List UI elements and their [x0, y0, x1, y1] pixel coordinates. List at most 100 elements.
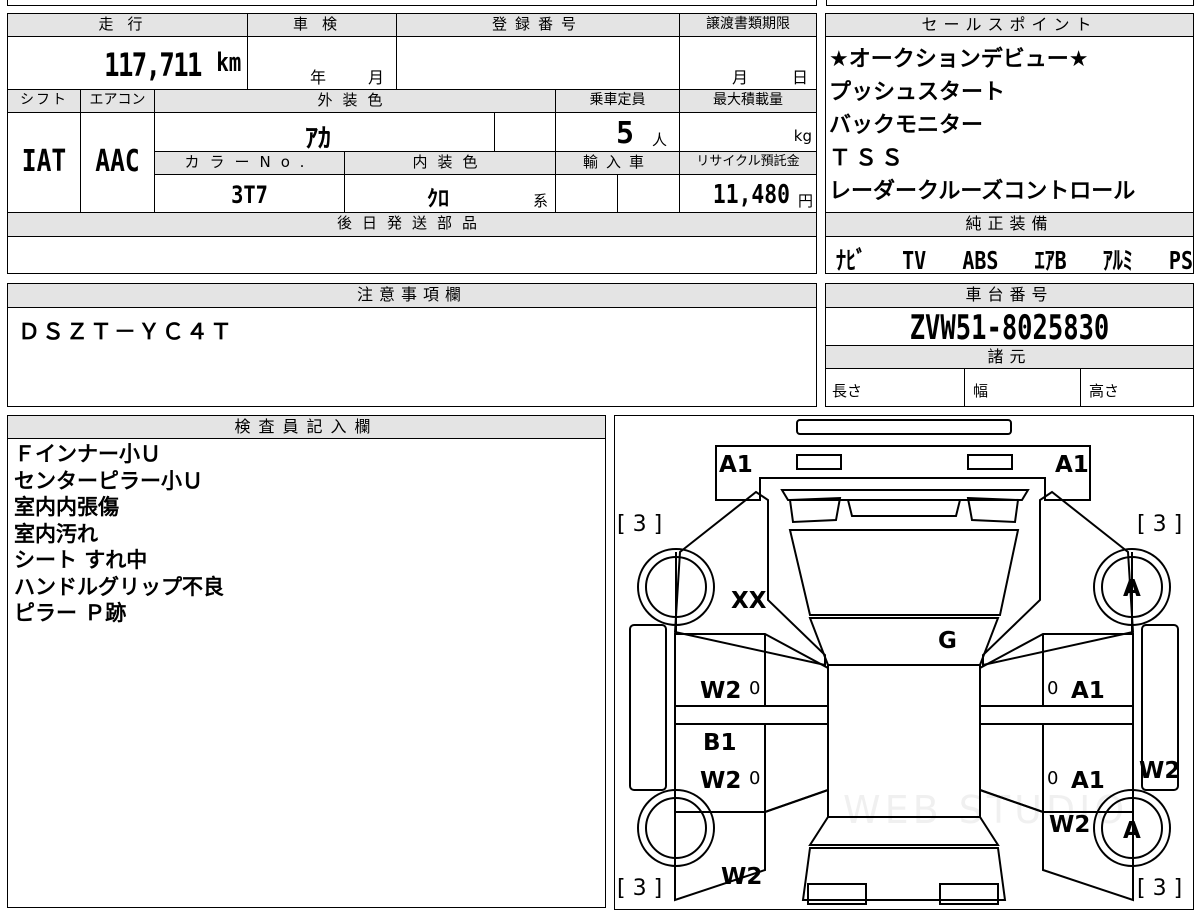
sales-points-box: ★オークションデビュー★ プッシュスタート バックモニター ＴＳＳ レーダークル…: [825, 36, 1194, 213]
inspector-item: Ｆインナー小Ｕ: [14, 442, 161, 466]
mileage-unit: km: [215, 48, 241, 78]
damage-right-rear-door-small: 0: [1047, 768, 1059, 789]
inspection-cell: 年 月: [247, 36, 397, 90]
inspector-box: Ｆインナー小Ｕ センターピラー小Ｕ 室内内張傷 室内汚れ シート すれ中 ハンド…: [7, 438, 606, 908]
inspector-item: センターピラー小Ｕ: [14, 468, 203, 493]
damage-right-rear-fender: W2: [1049, 812, 1091, 838]
length-cell: 長さ: [825, 368, 965, 407]
damage-left-front-fender: XX: [731, 588, 767, 614]
sales-point-item: ★オークションデビュー★: [829, 47, 1089, 72]
damage-right-rear-wheel: A: [1123, 818, 1141, 844]
equipment-alloy: ｱﾙﾐ: [1102, 246, 1133, 275]
interior-color-suffix: 系: [533, 192, 549, 210]
damage-left-front-door-small: 0: [749, 678, 761, 699]
transfer-month-unit: 月: [732, 68, 749, 87]
recycle-value: 11,480: [712, 180, 790, 210]
ac-value: AAC: [95, 144, 140, 179]
shift-label: シフト: [7, 89, 81, 113]
recycle-cell: 11,480 円: [679, 174, 817, 213]
genuine-equipment-label: 純正装備: [825, 212, 1194, 237]
damage-right-rear-door: A1: [1071, 768, 1105, 794]
transfer-day-unit: 日: [792, 68, 809, 87]
capacity-unit: 人: [652, 131, 668, 149]
damage-right-front-door: A1: [1071, 678, 1105, 704]
color-no-label: カラーNo.: [154, 151, 345, 175]
transfer-deadline-cell: 月 日: [679, 36, 817, 90]
notes-label: 注意事項欄: [7, 283, 817, 308]
sales-point-item: プッシュスタート: [829, 80, 1006, 105]
notes-box: ＤＳＺＴ－ＹＣ４Ｔ: [7, 307, 817, 407]
chassis-value: ZVW51-8025830: [909, 308, 1110, 348]
inspection-label: 車検: [247, 13, 397, 37]
width-cell: 幅: [964, 368, 1081, 407]
bracket-top-left: [ 3 ]: [617, 512, 663, 537]
exterior-color-cell: ｱｶ: [154, 112, 495, 154]
ac-cell: AAC: [80, 112, 155, 213]
equipment-airbag: ｴｱB: [1034, 246, 1067, 275]
car-outline-icon: [629, 419, 1179, 905]
interior-color-value: ｸﾛ: [427, 187, 450, 212]
exterior-color-label: 外装色: [154, 89, 556, 113]
inspector-item: 室内内張傷: [14, 495, 119, 519]
inspector-label: 検査員記入欄: [7, 415, 606, 439]
sales-point-item: バックモニター: [829, 113, 984, 138]
registration-label: 登録番号: [396, 13, 680, 37]
width-label: 幅: [973, 382, 989, 400]
interior-color-cell: ｸﾛ 系: [344, 174, 556, 213]
registration-cell: [396, 36, 680, 90]
interior-color-label: 内装色: [344, 151, 556, 175]
damage-right-front-door-small: 0: [1047, 678, 1059, 699]
chassis-label: 車台番号: [825, 283, 1194, 308]
damage-right-side-panel: W2: [1139, 758, 1181, 784]
car-diagram: WEB STUDIO [ 3 ] [ 3 ] [ 3 ] [ 3 ] A1 A1…: [614, 415, 1194, 910]
damage-left-rear-door-small: 0: [749, 768, 761, 789]
recycle-label: リサイクル預託金: [679, 151, 817, 175]
inspector-item: ハンドルグリップ不良: [14, 574, 224, 599]
specs-label: 諸元: [825, 345, 1194, 369]
shift-value: IAT: [21, 144, 67, 179]
height-cell: 高さ: [1080, 368, 1194, 407]
damage-left-rear-door: W2: [700, 768, 742, 794]
max-load-unit: kg: [793, 127, 812, 145]
inspection-year-unit: 年: [310, 68, 327, 87]
bracket-bottom-left: [ 3 ]: [617, 876, 663, 901]
import-label: 輸入車: [555, 151, 680, 175]
sales-point-item: ＴＳＳ: [829, 146, 908, 171]
ac-label: エアコン: [80, 89, 155, 113]
bracket-bottom-right: [ 3 ]: [1137, 876, 1183, 901]
later-parts-cell: [7, 236, 817, 274]
genuine-equipment-box: ﾅﾋﾞ TV ABS ｴｱB ｱﾙﾐ PS PW: [825, 236, 1194, 275]
equipment-navi: ﾅﾋﾞ: [836, 246, 867, 275]
capacity-label: 乗車定員: [555, 89, 680, 113]
exterior-color-extra-cell: [494, 112, 556, 152]
capacity-value: 5: [616, 116, 635, 151]
import-cell-a: [555, 174, 618, 213]
equipment-abs: ABS: [962, 246, 999, 275]
sales-point-item: レーダークルーズコントロール: [829, 179, 1136, 204]
chassis-box: ZVW51-8025830: [825, 307, 1194, 348]
shift-cell: IAT: [7, 112, 81, 213]
mileage-cell: 117,711 km: [7, 36, 248, 90]
later-parts-label: 後日発送部品: [7, 212, 817, 237]
sales-points-label: セールスポイント: [825, 13, 1194, 37]
damage-right-front-wheel: A: [1123, 576, 1141, 602]
max-load-cell: kg: [679, 112, 817, 152]
inspector-item: ピラー Ｐ跡: [14, 601, 127, 625]
color-no-value: 3T7: [231, 181, 268, 209]
inspector-item: シート すれ中: [14, 548, 148, 572]
equipment-ps: PS: [1168, 246, 1193, 275]
damage-left-rear-fender: W2: [721, 864, 763, 890]
capacity-cell: 5 人: [555, 112, 680, 152]
color-no-cell: 3T7: [154, 174, 345, 213]
mileage-value: 117,711: [104, 46, 202, 84]
import-cell-b: [617, 174, 680, 213]
length-label: 長さ: [832, 382, 863, 400]
recycle-unit: 円: [797, 192, 813, 210]
height-label: 高さ: [1089, 382, 1120, 400]
inspection-month-unit: 月: [368, 68, 385, 87]
damage-left-rear-door-b: B1: [703, 730, 737, 756]
exterior-color-value: ｱｶ: [305, 124, 332, 154]
damage-front-right: A1: [1055, 452, 1089, 478]
damage-front-left: A1: [719, 452, 753, 478]
damage-windshield: G: [938, 628, 957, 654]
